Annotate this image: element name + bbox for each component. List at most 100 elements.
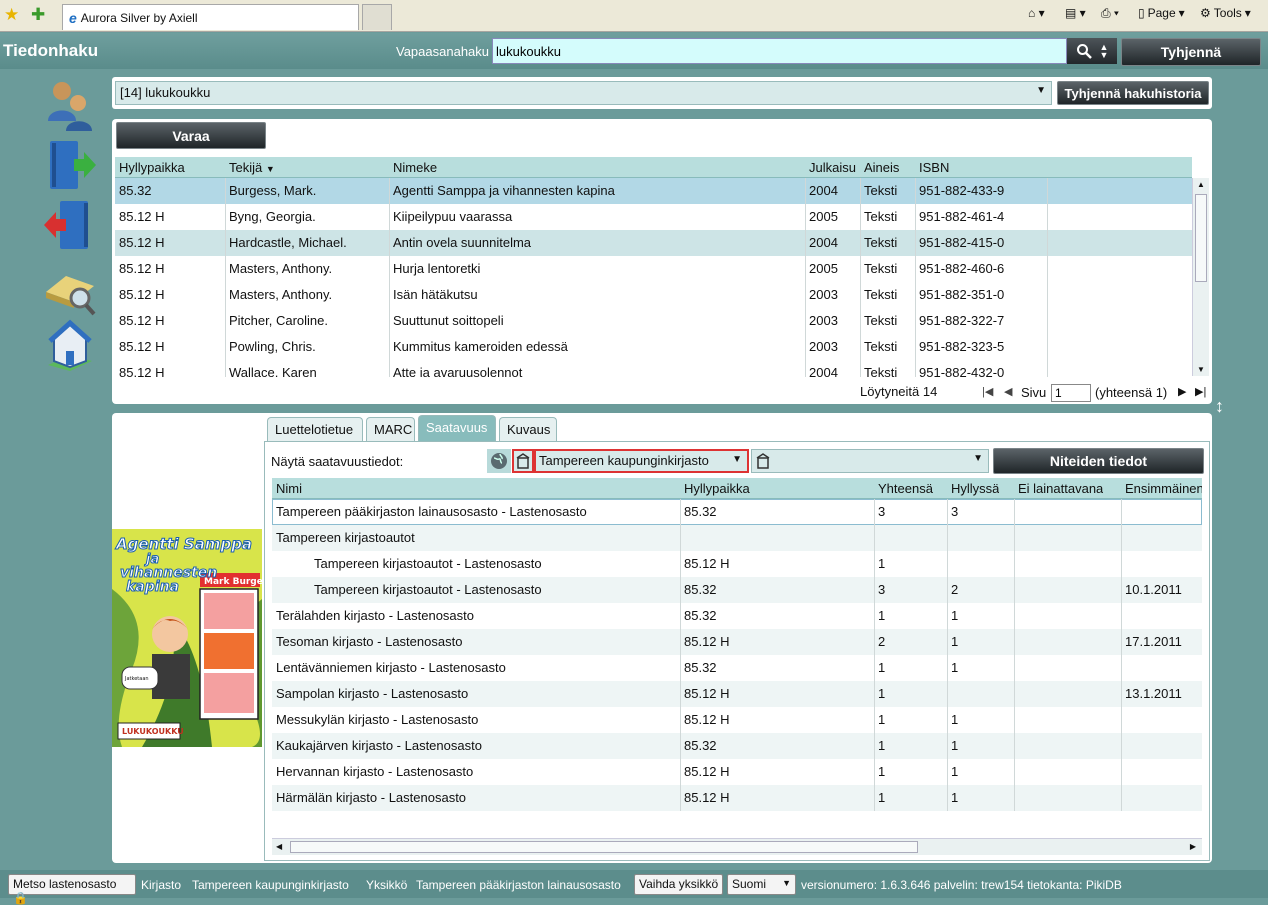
- search-input[interactable]: [492, 38, 1067, 64]
- cell-total: 3: [878, 504, 886, 519]
- browser-tab[interactable]: e Aurora Silver by Axiell: [62, 4, 359, 30]
- result-row[interactable]: 85.12 H Hardcastle, Michael. Antin ovela s…: [115, 230, 1192, 256]
- cover-bubble-text: Jatketaan: [124, 676, 149, 682]
- results-scrollbar[interactable]: ▲ ▼: [1192, 178, 1209, 376]
- search-nav-button[interactable]: [40, 260, 100, 320]
- hscroll-thumb[interactable]: [290, 841, 918, 853]
- availability-row[interactable]: Tampereen kirjastoautot: [272, 525, 1202, 551]
- cell-total: 2: [878, 634, 886, 649]
- col-header-first[interactable]: Ensimmäinen: [1125, 481, 1202, 496]
- library-select[interactable]: Tampereen kaupunginkirjasto ▼: [534, 449, 749, 473]
- scroll-thumb[interactable]: [1195, 194, 1207, 282]
- column-divider: [1047, 256, 1048, 282]
- availability-row[interactable]: Sampolan kirjasto - Lastenosasto 85.12 H 1…: [272, 681, 1202, 707]
- return-nav-button[interactable]: [40, 195, 100, 255]
- feeds-icon[interactable]: ▤ ▾: [1065, 6, 1086, 20]
- result-row[interactable]: 85.12 H Powling, Chris. Kummitus kameroide…: [115, 334, 1192, 360]
- favorites-star-icon[interactable]: ★: [4, 6, 19, 23]
- result-row[interactable]: 85.12 H Masters, Anthony. Isän hätäkutsu 20…: [115, 282, 1192, 308]
- column-divider: [915, 256, 916, 282]
- page-menu[interactable]: ▯ Page ▾: [1138, 6, 1185, 20]
- change-unit-button[interactable]: Vaihda yksikkö: [634, 874, 724, 895]
- cell-title: Atte ja avaruusolennot: [393, 365, 523, 377]
- scroll-left-icon[interactable]: ◀: [276, 842, 282, 851]
- home-icon[interactable]: ⌂ ▾: [1028, 6, 1045, 20]
- col-header-author[interactable]: Tekijä ▼: [229, 160, 275, 175]
- cell-total: 1: [878, 608, 886, 623]
- result-row[interactable]: 85.12 H Pitcher, Caroline. Suuttunut soitt…: [115, 308, 1192, 334]
- availability-hscrollbar[interactable]: ◀ ▶: [272, 838, 1202, 855]
- availability-row[interactable]: Tampereen kirjastoautot - Lastenosasto 85…: [272, 577, 1202, 603]
- tab-saatavuus[interactable]: Saatavuus: [418, 415, 496, 442]
- search-button[interactable]: ▲ ▼: [1067, 38, 1117, 64]
- column-divider: [947, 707, 948, 733]
- availability-row[interactable]: Messukylän kirjasto - Lastenosasto 85.12 …: [272, 707, 1202, 733]
- first-page-icon[interactable]: |◀: [982, 385, 993, 398]
- copies-info-button[interactable]: Niteiden tiedot: [993, 448, 1204, 474]
- scroll-up-icon[interactable]: ▲: [1193, 180, 1209, 189]
- col-header-onshelf[interactable]: Hyllyssä: [951, 481, 999, 496]
- col-header-year[interactable]: Julkaisu: [809, 160, 859, 175]
- resize-handle-icon[interactable]: ↕: [1215, 397, 1224, 415]
- print-icon[interactable]: ⎙ ▾: [1101, 6, 1119, 21]
- column-divider: [874, 499, 875, 525]
- search-history-select[interactable]: [14] lukukoukku ▼: [115, 81, 1052, 105]
- col-header-title[interactable]: Nimeke: [393, 160, 437, 175]
- col-header-location[interactable]: Hyllypaikka: [684, 481, 750, 496]
- last-page-icon[interactable]: ▶|: [1195, 385, 1206, 398]
- all-libraries-button[interactable]: [487, 449, 511, 473]
- add-favorite-icon[interactable]: ✚: [31, 6, 45, 23]
- availability-row[interactable]: Terälahden kirjasto - Lastenosasto 85.32 1…: [272, 603, 1202, 629]
- col-header-isbn[interactable]: ISBN: [919, 160, 949, 175]
- column-divider: [874, 655, 875, 681]
- tools-menu[interactable]: ⚙ Tools ▾: [1200, 6, 1251, 20]
- column-divider: [860, 204, 861, 230]
- column-divider: [1047, 178, 1048, 204]
- result-row[interactable]: 85.12 H Masters, Anthony. Hurja lentoretki…: [115, 256, 1192, 282]
- tab-marc[interactable]: MARC: [366, 417, 415, 442]
- tab-luettelotietue[interactable]: Luettelotietue: [267, 417, 363, 442]
- library-filter-button[interactable]: [512, 449, 534, 473]
- column-divider: [680, 499, 681, 525]
- availability-row[interactable]: Lentävänniemen kirjasto - Lastenosasto 85…: [272, 655, 1202, 681]
- language-select[interactable]: Suomi ▼: [727, 874, 796, 895]
- scroll-down-icon[interactable]: ▼: [1193, 365, 1209, 374]
- reserve-button[interactable]: Varaa: [116, 122, 266, 149]
- cell-first: 13.1.2011: [1125, 686, 1182, 701]
- checkout-nav-button[interactable]: [40, 135, 100, 195]
- patrons-nav-button[interactable]: [40, 75, 100, 135]
- home-nav-button[interactable]: [40, 315, 100, 375]
- availability-row[interactable]: Tesoman kirjasto - Lastenosasto 85.12 H 2 1…: [272, 629, 1202, 655]
- gear-icon: ⚙: [1200, 6, 1211, 20]
- column-divider: [915, 334, 916, 360]
- cell-onshelf: 1: [951, 608, 959, 623]
- result-row[interactable]: 85.12 H Byng, Georgia. Kiipeilypuu vaarass…: [115, 204, 1192, 230]
- result-row[interactable]: 85.32 Burgess, Mark. Agentti Samppa ja vih…: [115, 178, 1192, 204]
- prev-page-icon[interactable]: ◀: [1004, 385, 1012, 398]
- next-page-icon[interactable]: ▶: [1178, 385, 1186, 398]
- availability-row[interactable]: Härmälän kirjasto - Lastenosasto 85.12 H 1…: [272, 785, 1202, 811]
- availability-row[interactable]: Tampereen pääkirjaston lainausosasto - L…: [272, 499, 1202, 525]
- col-header-name[interactable]: Nimi: [276, 481, 302, 496]
- unit-select[interactable]: ▼: [751, 449, 989, 473]
- clear-history-button[interactable]: Tyhjennä hakuhistoria: [1057, 81, 1209, 105]
- clear-search-button[interactable]: Tyhjennä: [1121, 38, 1261, 66]
- result-row[interactable]: 85.12 H Wallace, Karen Atte ja avaruusolen…: [115, 360, 1192, 377]
- availability-row[interactable]: Tampereen kirjastoautot - Lastenosasto 85…: [272, 551, 1202, 577]
- cell-onshelf: 1: [951, 790, 959, 805]
- col-header-shelf[interactable]: Hyllypaikka: [119, 160, 185, 175]
- availability-row[interactable]: Hervannan kirjasto - Lastenosasto 85.12 H…: [272, 759, 1202, 785]
- tab-kuvaus[interactable]: Kuvaus: [499, 417, 557, 442]
- column-divider: [680, 577, 681, 603]
- col-header-notavailable[interactable]: Ei lainattavana: [1018, 481, 1103, 496]
- column-divider: [915, 230, 916, 256]
- location-button[interactable]: Metso lastenosasto 🔒: [8, 874, 136, 905]
- new-tab-button[interactable]: [362, 4, 392, 30]
- cell-author: Burgess, Mark.: [229, 183, 317, 198]
- availability-row[interactable]: Kaukajärven kirjasto - Lastenosasto 85.32…: [272, 733, 1202, 759]
- cell-library-name: Tampereen kirjastoautot: [276, 530, 415, 545]
- col-header-total[interactable]: Yhteensä: [878, 481, 933, 496]
- col-header-material[interactable]: Aineis: [864, 160, 902, 175]
- page-number-input[interactable]: [1051, 384, 1091, 402]
- scroll-right-icon[interactable]: ▶: [1190, 842, 1196, 851]
